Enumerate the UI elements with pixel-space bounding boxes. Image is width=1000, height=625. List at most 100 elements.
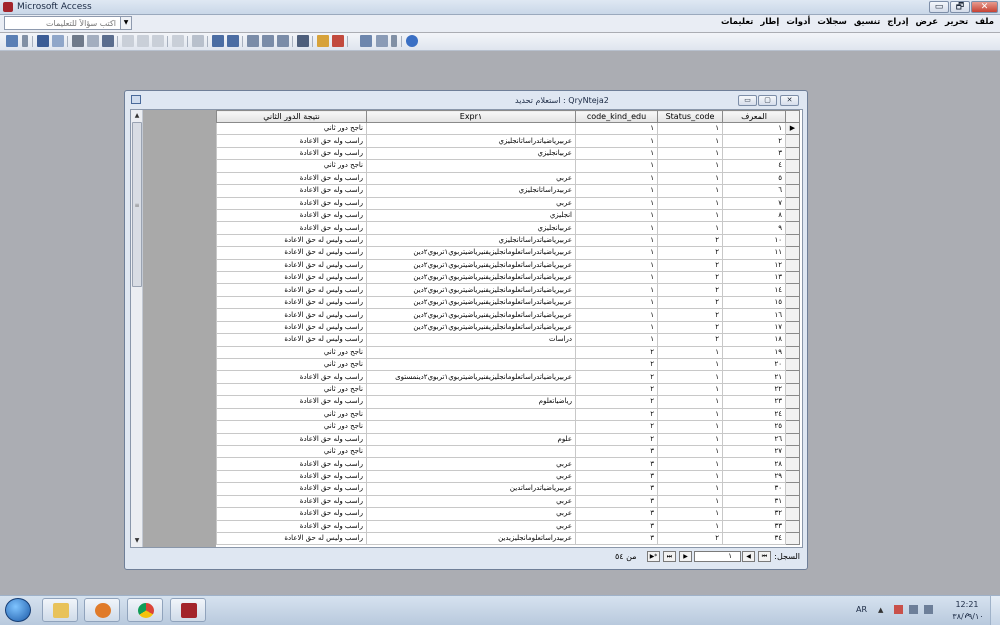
cell-expr1[interactable]: عربيرياضياتدراساتعلومانجليزيفنيرياضيتربو…	[366, 320, 576, 335]
cell-id[interactable]: ٢٠	[722, 357, 786, 372]
cell-code-kind-edu[interactable]: ٢	[575, 382, 658, 397]
previous-record-button[interactable]: ◀	[742, 551, 755, 562]
row-selector[interactable]	[785, 208, 800, 223]
row-selector[interactable]	[785, 370, 800, 384]
cell-code-kind-edu[interactable]: ٢	[575, 432, 658, 446]
column-header-id[interactable]: المعرف	[722, 110, 786, 123]
menu-help[interactable]: تعليمات	[721, 17, 753, 27]
cell-status-code[interactable]: ١	[657, 370, 723, 384]
cell-result[interactable]: ناجح دور ثاني	[216, 407, 367, 422]
cell-id[interactable]: ٢٣	[722, 395, 786, 409]
cell-expr1[interactable]: عربي	[366, 469, 576, 484]
cell-status-code[interactable]: ١	[657, 482, 723, 496]
volume-icon[interactable]	[924, 605, 933, 614]
sort-descending-icon[interactable]	[227, 35, 239, 47]
cell-status-code[interactable]: ١	[657, 507, 723, 521]
row-selector[interactable]	[785, 519, 800, 533]
row-selector[interactable]	[785, 320, 800, 335]
cell-status-code[interactable]: ٢	[657, 333, 723, 347]
cell-expr1[interactable]	[366, 357, 576, 372]
cell-expr1[interactable]: رياضياتعلوم	[366, 395, 576, 409]
cell-code-kind-edu[interactable]: ١	[575, 221, 658, 235]
row-selector[interactable]: ▶	[785, 121, 800, 136]
cell-id[interactable]: ١٠	[722, 233, 786, 248]
cell-expr1[interactable]	[366, 420, 576, 434]
row-selector[interactable]	[785, 395, 800, 409]
print-icon[interactable]	[72, 35, 84, 47]
cell-id[interactable]: ١	[722, 121, 786, 136]
chevron-down-icon[interactable]: ▼	[120, 17, 131, 29]
cell-id[interactable]: ١٨	[722, 333, 786, 347]
row-selector[interactable]	[785, 246, 800, 260]
table-row[interactable]: ناجح دور ثاني ٢ ١ ٢٥	[216, 420, 800, 434]
table-row[interactable]: راسب وله حق الاعادة عربيدراساتانجليزي ١ ١ ٦	[216, 184, 800, 198]
taskbar-media-player[interactable]	[84, 598, 120, 622]
cell-result[interactable]: راسب وليس له حق الاعادة	[216, 258, 367, 273]
cell-code-kind-edu[interactable]: ٣	[575, 482, 658, 496]
cell-expr1[interactable]: عربي	[366, 494, 576, 509]
cell-id[interactable]: ٢٧	[722, 444, 786, 459]
network-icon[interactable]	[909, 605, 918, 614]
column-header-expr1[interactable]: Expr١	[366, 110, 576, 123]
cell-code-kind-edu[interactable]: ٣	[575, 531, 658, 546]
row-selector[interactable]	[785, 432, 800, 446]
cell-result[interactable]: راسب وليس له حق الاعادة	[216, 531, 367, 546]
undo-icon[interactable]	[172, 35, 184, 47]
cell-result[interactable]: ناجح دور ثاني	[216, 420, 367, 434]
row-selector[interactable]	[785, 482, 800, 496]
cell-status-code[interactable]: ٢	[657, 308, 723, 322]
chevron-down-icon[interactable]	[391, 35, 397, 47]
cell-code-kind-edu[interactable]: ٢	[575, 420, 658, 434]
menu-tools[interactable]: أدوات	[786, 17, 810, 27]
cell-expr1[interactable]: عربيرياضياتدراساتعلومانجليزيفنيرياضيتربو…	[366, 246, 576, 260]
start-button[interactable]	[5, 598, 31, 622]
cell-expr1[interactable]: عربي	[366, 196, 576, 210]
cell-id[interactable]: ٣٢	[722, 507, 786, 521]
cell-code-kind-edu[interactable]: ١	[575, 233, 658, 248]
table-row[interactable]: راسب وله حق الاعادة عربي ٣ ١ ٢٨	[216, 457, 800, 471]
row-selector[interactable]	[785, 159, 800, 173]
paste-icon[interactable]	[152, 35, 164, 47]
cell-status-code[interactable]: ١	[657, 519, 723, 533]
cell-status-code[interactable]: ١	[657, 407, 723, 422]
cell-result[interactable]: ناجح دور ثاني	[216, 357, 367, 372]
close-button[interactable]: ✕	[971, 1, 998, 13]
menu-edit[interactable]: تحرير	[945, 17, 968, 27]
cell-result[interactable]: راسب وله حق الاعادة	[216, 171, 367, 186]
cell-expr1[interactable]: عربي	[366, 457, 576, 471]
cell-result[interactable]: راسب وليس له حق الاعادة	[216, 271, 367, 285]
table-row[interactable]: راسب وله حق الاعادة عربي ٣ ١ ٣١	[216, 494, 800, 509]
cell-result[interactable]: راسب وله حق الاعادة	[216, 519, 367, 533]
cell-code-kind-edu[interactable]: ١	[575, 283, 658, 297]
cell-result[interactable]: راسب وله حق الاعادة	[216, 482, 367, 496]
table-row[interactable]: راسب وله حق الاعادة عربي ٣ ١ ٣٢	[216, 507, 800, 521]
menu-view[interactable]: عرض	[916, 17, 939, 27]
table-row[interactable]: ناجح دور ثاني ٢ ١ ١٩	[216, 345, 800, 360]
cell-code-kind-edu[interactable]: ١	[575, 246, 658, 260]
row-selector[interactable]	[785, 171, 800, 186]
cell-id[interactable]: ١٥	[722, 295, 786, 310]
cell-result[interactable]: راسب وله حق الاعادة	[216, 457, 367, 471]
print-preview-icon[interactable]	[87, 35, 99, 47]
cell-id[interactable]: ٢٨	[722, 457, 786, 471]
cell-id[interactable]: ١١	[722, 246, 786, 260]
cell-status-code[interactable]: ١	[657, 432, 723, 446]
cell-result[interactable]: راسب وله حق الاعادة	[216, 196, 367, 210]
cell-code-kind-edu[interactable]: ١	[575, 171, 658, 186]
cell-result[interactable]: ناجح دور ثاني	[216, 159, 367, 173]
cell-status-code[interactable]: ١	[657, 121, 723, 136]
menu-insert[interactable]: إدراج	[887, 17, 908, 27]
menu-records[interactable]: سجلات	[817, 17, 846, 27]
cell-status-code[interactable]: ١	[657, 469, 723, 484]
cell-expr1[interactable]: عربيرياضياتدراساتدين	[366, 482, 576, 496]
table-row[interactable]: راسب وليس له حق الاعادة عربيرياضياتدراسات…	[216, 271, 800, 285]
filter-selection-icon[interactable]	[247, 35, 259, 47]
cell-status-code[interactable]: ٢	[657, 295, 723, 310]
cell-id[interactable]: ٢٢	[722, 382, 786, 397]
table-row[interactable]: ناجح دور ثاني ٢ ١ ٢٠	[216, 357, 800, 372]
taskbar-chrome[interactable]	[127, 598, 163, 622]
cell-code-kind-edu[interactable]: ١	[575, 295, 658, 310]
table-row[interactable]: ناجح دور ثاني ٢ ١ ٢٢	[216, 382, 800, 397]
cell-expr1[interactable]: عربي	[366, 519, 576, 533]
view-icon[interactable]	[6, 35, 18, 47]
